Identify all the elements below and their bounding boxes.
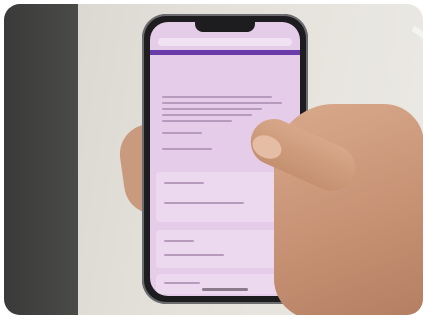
blurred-text-line <box>162 132 202 134</box>
blurred-text-line <box>164 254 224 256</box>
blurred-text-line <box>164 240 194 242</box>
browser-url-bar <box>158 38 292 46</box>
home-indicator <box>202 288 248 291</box>
blurred-text-line <box>164 202 244 204</box>
blurred-text-line <box>162 148 212 150</box>
blurred-text-line <box>162 96 272 98</box>
form-header-band <box>150 50 300 55</box>
blurred-text-line <box>162 114 252 116</box>
blurred-text-line <box>162 102 282 104</box>
photo-frame <box>4 4 423 315</box>
blurred-text-line <box>164 182 204 184</box>
phone-notch <box>195 22 255 32</box>
blurred-text-line <box>162 108 262 110</box>
blurred-text-line <box>164 282 200 284</box>
blurred-text-line <box>162 120 232 122</box>
dark-background-strip <box>4 4 78 315</box>
